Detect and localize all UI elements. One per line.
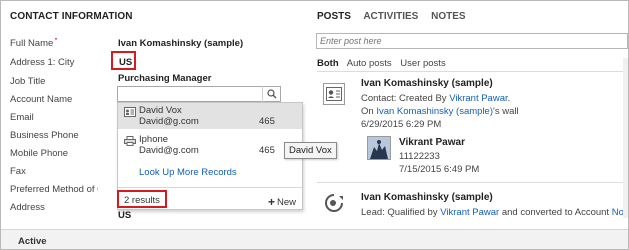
social-tabs: POSTS ACTIVITIES NOTES (317, 11, 476, 22)
highlight-box-city (111, 51, 136, 70)
user-link[interactable]: Vikrant Pawar (440, 207, 499, 218)
required-marker: * (54, 38, 58, 45)
divider (317, 71, 628, 72)
divider (118, 187, 302, 188)
divider (317, 182, 628, 183)
filter-user-posts[interactable]: User posts (400, 58, 445, 69)
plus-icon: + (268, 195, 276, 209)
result-name: David Vox (139, 105, 182, 116)
post-wall-text: On Ivan Komashinsky (sample)'s wall (361, 106, 519, 117)
field-label-full-name: Full Name* (10, 38, 98, 49)
contact-post-icon (323, 83, 345, 105)
lookup-result-item[interactable]: Iphone David@g.com 465 (118, 132, 302, 158)
post-author[interactable]: Ivan Komashinsky (sample) (361, 78, 493, 89)
field-label-account-name: Account Name (10, 94, 73, 105)
status-bar: Active (1, 229, 628, 249)
user-link[interactable]: Vikrant Pawar (449, 93, 507, 104)
field-label-business-phone: Business Phone (10, 130, 79, 141)
full-name-value[interactable]: Ivan Komashinsky (sample) (118, 38, 243, 49)
highlight-box-results (117, 190, 167, 208)
look-up-more-records-link[interactable]: Look Up More Records (139, 167, 237, 178)
post-filters: Both Auto posts User posts (317, 58, 452, 69)
scrollbar[interactable] (623, 58, 628, 218)
result-email: David@g.com (139, 116, 199, 127)
contact-card-icon (124, 107, 136, 117)
crm-form: CONTACT INFORMATION Full Name* Ivan Koma… (0, 0, 629, 250)
printer-icon (124, 136, 136, 146)
post-text: Lead: Qualified by Vikrant Pawar and con… (361, 207, 628, 218)
result-email: David@g.com (139, 145, 199, 156)
post-author[interactable]: Ivan Komashinsky (sample) (361, 192, 493, 203)
field-label-fax: Fax (10, 166, 26, 177)
lookup-result-item[interactable]: David Vox David@g.com 465 (118, 103, 302, 129)
search-icon (267, 89, 277, 99)
filter-auto-posts[interactable]: Auto posts (347, 58, 392, 69)
post-input[interactable] (317, 34, 627, 48)
field-label-job-title: Job Title (10, 76, 46, 87)
account-lookup-input[interactable] (117, 86, 281, 102)
tab-activities[interactable]: ACTIVITIES (363, 11, 418, 22)
post-date: 7/15/2015 6:49 PM (399, 164, 480, 175)
section-title: CONTACT INFORMATION (10, 11, 133, 22)
result-name: Iphone (139, 134, 169, 145)
result-number: 465 (259, 145, 275, 156)
post-date: 6/29/2015 6:29 PM (361, 119, 442, 130)
tab-posts[interactable]: POSTS (317, 11, 351, 22)
post-author[interactable]: Vikrant Pawar (399, 137, 465, 148)
post-input-box[interactable] (316, 33, 628, 49)
field-label-email: Email (10, 112, 34, 123)
contact-link[interactable]: Ivan Komashinsky (sample) (376, 106, 493, 117)
tooltip: David Vox (284, 142, 337, 159)
address-value[interactable]: US (118, 210, 131, 221)
field-label-address: Address (10, 202, 45, 213)
result-number: 465 (259, 116, 275, 127)
user-photo-icon (367, 136, 391, 160)
record-status: Active (18, 236, 47, 247)
job-title-value[interactable]: Purchasing Manager (118, 73, 211, 84)
post-text: 11122233 (399, 151, 440, 162)
tab-notes[interactable]: NOTES (431, 11, 465, 22)
lead-qualified-icon (323, 192, 345, 214)
new-record-button[interactable]: + New (268, 194, 296, 209)
lookup-search-button[interactable] (262, 86, 281, 102)
field-label-mobile-phone: Mobile Phone (10, 148, 69, 159)
filter-both[interactable]: Both (317, 58, 339, 69)
post-text: Contact: Created By Vikrant Pawar. (361, 93, 511, 104)
field-label-preferred-method: Preferred Method of C (10, 184, 98, 195)
field-label-city: Address 1: City (10, 57, 75, 68)
